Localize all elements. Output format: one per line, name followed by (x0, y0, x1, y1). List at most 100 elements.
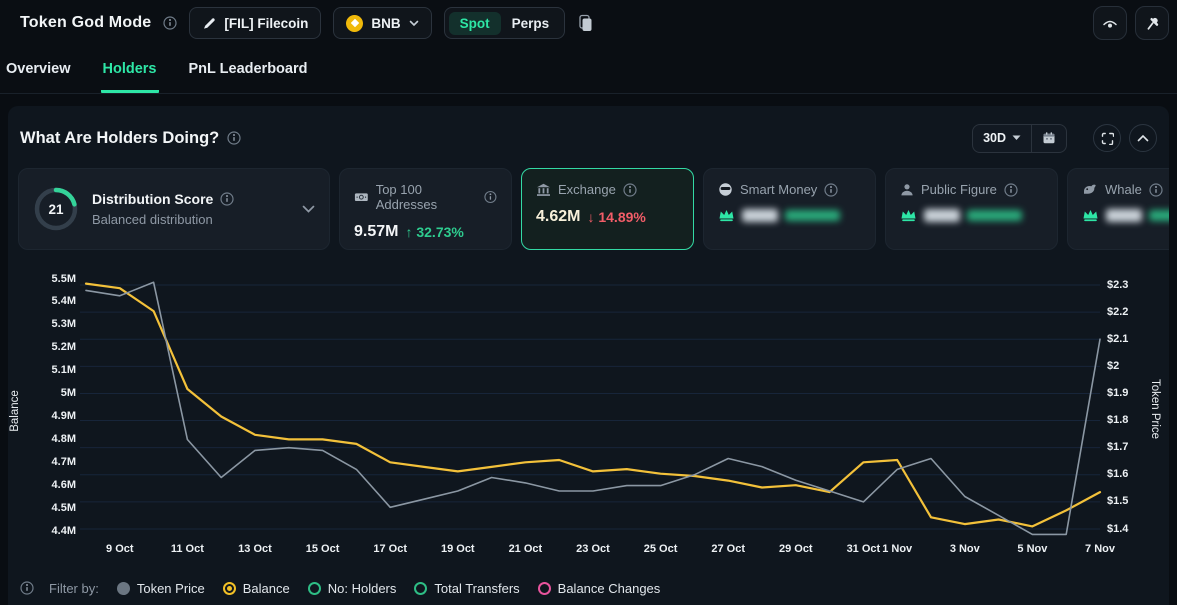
market-type-switch: Spot Perps (444, 7, 566, 39)
token-selector-label: [FIL] Filecoin (224, 16, 308, 31)
card-title: Top 100 Addresses (376, 182, 477, 212)
calendar-button[interactable] (1031, 125, 1066, 152)
radio-icon (223, 582, 236, 595)
redacted-value (924, 209, 960, 222)
chevron-down-icon[interactable] (302, 205, 315, 213)
x-axis-tick: 23 Oct (561, 542, 625, 557)
y-axis-tick-right: $2.1 (1107, 332, 1128, 347)
y-axis-tick-left: 5.3M (8, 317, 76, 332)
x-axis-tick: 21 Oct (493, 542, 557, 557)
watch-button[interactable] (1093, 6, 1127, 40)
x-axis-tick: 15 Oct (291, 542, 355, 557)
tab-holders[interactable]: Holders (101, 61, 159, 93)
chain-label: BNB (371, 16, 400, 31)
whale-card[interactable]: Whale (1067, 168, 1169, 250)
card-change: ↑ 32.73% (405, 224, 463, 240)
page-title: Token God Mode (20, 14, 151, 32)
filter-balance-changes[interactable]: Balance Changes (538, 581, 661, 596)
redacted-value (1106, 209, 1142, 222)
card-title: Whale (1105, 182, 1142, 197)
x-axis-tick: 19 Oct (426, 542, 490, 557)
holders-chart-area[interactable]: Balance Token Price 5.5M5.4M5.3M5.2M5.1M… (8, 263, 1169, 566)
y-axis-tick-left: 4.9M (8, 409, 76, 424)
bank-icon (536, 183, 551, 197)
banknote-icon (354, 190, 369, 204)
info-icon (163, 16, 177, 30)
y-axis-tick-right: $1.9 (1107, 386, 1128, 401)
smart-money-card[interactable]: Smart Money (703, 168, 876, 250)
filter-balance[interactable]: Balance (223, 581, 290, 596)
card-subtitle: Balanced distribution (92, 212, 289, 227)
redacted-value (742, 209, 778, 222)
filter-total-transfers[interactable]: Total Transfers (414, 581, 519, 596)
info-icon (824, 183, 838, 197)
x-axis-tick: 29 Oct (764, 542, 828, 557)
card-title: Smart Money (740, 182, 817, 197)
copy-icon[interactable] (577, 14, 593, 32)
holders-panel: What Are Holders Doing? 30D (8, 106, 1169, 605)
x-axis-tick: 3 Nov (933, 542, 997, 557)
card-title: Public Figure (921, 182, 997, 197)
page-tabs: Overview Holders PnL Leaderboard (0, 46, 1177, 94)
holders-chart (8, 263, 1169, 566)
info-icon (220, 192, 234, 206)
y-axis-tick-left: 4.6M (8, 478, 76, 493)
crown-icon (718, 208, 735, 222)
pin-icon (1145, 16, 1160, 31)
card-value: 9.57M (354, 223, 398, 241)
range-dropdown[interactable]: 30D (973, 125, 1031, 152)
x-axis-tick: 17 Oct (358, 542, 422, 557)
card-change: ↓ 14.89% (587, 209, 645, 225)
distribution-score-value: 21 (33, 186, 79, 232)
section-header: What Are Holders Doing? 30D (20, 122, 1157, 154)
fullscreen-button[interactable] (1093, 124, 1121, 152)
y-axis-tick-left: 5.4M (8, 294, 76, 309)
crown-icon (900, 208, 917, 222)
radio-icon (538, 582, 551, 595)
y-axis-tick-right: $1.8 (1107, 413, 1128, 428)
x-axis-tick: 7 Nov (1068, 542, 1132, 557)
tab-pnl-leaderboard[interactable]: PnL Leaderboard (187, 61, 310, 93)
x-axis-tick: 1 Nov (865, 542, 929, 557)
x-axis-tick: 5 Nov (1000, 542, 1064, 557)
info-icon (484, 190, 497, 204)
radio-icon (414, 582, 427, 595)
filter-label: Token Price (137, 581, 205, 596)
top-bar: Token God Mode [FIL] Filecoin BNB Spot P… (0, 0, 1177, 46)
filter-no-holders[interactable]: No: Holders (308, 581, 397, 596)
y-axis-tick-left: 5.1M (8, 363, 76, 378)
y-axis-tick-left: 5.5M (8, 272, 76, 287)
y-axis-tick-right: $2.2 (1107, 305, 1128, 320)
filter-by-label: Filter by: (49, 581, 99, 596)
x-axis-tick: 27 Oct (696, 542, 760, 557)
collapse-button[interactable] (1129, 124, 1157, 152)
pin-button[interactable] (1135, 6, 1169, 40)
x-axis-tick: 11 Oct (155, 542, 219, 557)
y-axis-tick-left: 5M (8, 386, 76, 401)
y-axis-tick-right: $2.3 (1107, 278, 1128, 293)
y-axis-tick-right: $1.4 (1107, 522, 1128, 537)
perps-tab[interactable]: Perps (501, 12, 561, 35)
y-axis-tick-left: 4.8M (8, 432, 76, 447)
distribution-score-card[interactable]: 21 Distribution Score Balanced distribut… (18, 168, 330, 250)
tab-overview[interactable]: Overview (4, 61, 73, 93)
chain-selector-button[interactable]: BNB (333, 7, 431, 39)
public-figure-card[interactable]: Public Figure (885, 168, 1058, 250)
pencil-icon (202, 16, 216, 30)
exchange-card[interactable]: Exchange 4.62M ↓ 14.89% (521, 168, 694, 250)
y-axis-tick-left: 5.2M (8, 340, 76, 355)
info-icon (623, 183, 637, 197)
y-axis-tick-right: $1.5 (1107, 494, 1128, 509)
y-axis-tick-right: $2 (1107, 359, 1119, 374)
calendar-icon (1042, 131, 1056, 145)
filter-token-price[interactable]: Token Price (117, 581, 205, 596)
info-icon (1004, 183, 1018, 197)
radio-icon (117, 582, 130, 595)
card-value: 4.62M (536, 208, 580, 226)
info-icon (227, 131, 241, 145)
token-selector-button[interactable]: [FIL] Filecoin (189, 7, 321, 39)
public-figure-icon (900, 183, 914, 197)
spot-tab[interactable]: Spot (449, 12, 501, 35)
top100-addresses-card[interactable]: Top 100 Addresses 9.57M ↑ 32.73% (339, 168, 512, 250)
bnb-coin-icon (346, 15, 363, 32)
